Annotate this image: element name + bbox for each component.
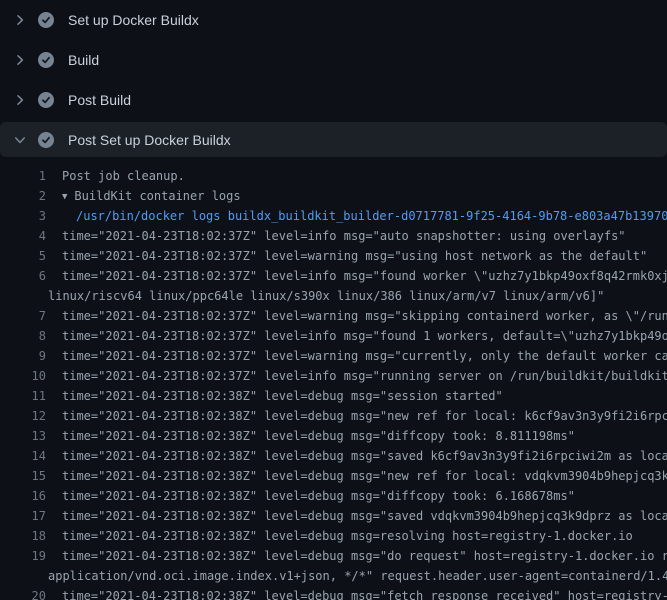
- log-line: 13 time="2021-04-23T18:02:38Z" level=deb…: [0, 426, 667, 446]
- log-line: 9 time="2021-04-23T18:02:37Z" level=warn…: [0, 346, 667, 366]
- check-circle-icon: [38, 12, 54, 28]
- log-line: 8 time="2021-04-23T18:02:37Z" level=info…: [0, 326, 667, 346]
- log-text: time="2021-04-23T18:02:38Z" level=debug …: [46, 386, 503, 406]
- log-line: 2 ▼BuildKit container logs: [0, 186, 667, 206]
- step-header-1[interactable]: Build: [0, 40, 667, 80]
- log-text: time="2021-04-23T18:02:38Z" level=debug …: [46, 546, 667, 566]
- log-text: time="2021-04-23T18:02:37Z" level=info m…: [46, 226, 626, 246]
- step-label: Post Build: [68, 92, 131, 108]
- step-header-3[interactable]: Post Set up Docker Buildx: [0, 122, 667, 157]
- check-circle-icon: [38, 52, 54, 68]
- log-area: 1 Post job cleanup. 2 ▼BuildKit containe…: [0, 157, 667, 600]
- line-number[interactable]: 18: [0, 526, 46, 546]
- log-line: 5 time="2021-04-23T18:02:37Z" level=warn…: [0, 246, 667, 266]
- log-text: time="2021-04-23T18:02:37Z" level=info m…: [46, 266, 667, 286]
- log-text: time="2021-04-23T18:02:37Z" level=warnin…: [46, 346, 667, 366]
- line-number[interactable]: 10: [0, 366, 46, 386]
- line-number[interactable]: 12: [0, 406, 46, 426]
- log-text: time="2021-04-23T18:02:38Z" level=debug …: [46, 506, 667, 526]
- log-line: 6 time="2021-04-23T18:02:37Z" level=info…: [0, 266, 667, 286]
- log-line: 14 time="2021-04-23T18:02:38Z" level=deb…: [0, 446, 667, 466]
- log-line: 17 time="2021-04-23T18:02:38Z" level=deb…: [0, 506, 667, 526]
- line-number[interactable]: 4: [0, 226, 46, 246]
- step-label: Post Set up Docker Buildx: [68, 132, 231, 148]
- line-number[interactable]: 20: [0, 586, 46, 600]
- log-line: 4 time="2021-04-23T18:02:37Z" level=info…: [0, 226, 667, 246]
- log-text: time="2021-04-23T18:02:37Z" level=info m…: [46, 366, 667, 386]
- line-number[interactable]: 15: [0, 466, 46, 486]
- log-text: time="2021-04-23T18:02:38Z" level=debug …: [46, 426, 575, 446]
- step-label: Build: [68, 52, 99, 68]
- log-text: time="2021-04-23T18:02:37Z" level=warnin…: [46, 306, 667, 326]
- log-line: 10 time="2021-04-23T18:02:37Z" level=inf…: [0, 366, 667, 386]
- log-text: linux/riscv64 linux/ppc64le linux/s390x …: [46, 286, 604, 306]
- line-number[interactable]: 16: [0, 486, 46, 506]
- log-text: /usr/bin/docker logs buildx_buildkit_bui…: [46, 206, 667, 226]
- log-line: 18 time="2021-04-23T18:02:38Z" level=deb…: [0, 526, 667, 546]
- log-text: application/vnd.oci.image.index.v1+json,…: [46, 566, 667, 586]
- log-line: 12 time="2021-04-23T18:02:38Z" level=deb…: [0, 406, 667, 426]
- line-number[interactable]: 13: [0, 426, 46, 446]
- line-number[interactable]: 9: [0, 346, 46, 366]
- step-header-2[interactable]: Post Build: [0, 80, 667, 120]
- line-number[interactable]: [0, 286, 46, 306]
- step-label: Set up Docker Buildx: [68, 12, 199, 28]
- log-text: time="2021-04-23T18:02:38Z" level=debug …: [46, 466, 667, 486]
- log-text: time="2021-04-23T18:02:38Z" level=debug …: [46, 586, 667, 600]
- log-line: linux/riscv64 linux/ppc64le linux/s390x …: [0, 286, 667, 306]
- chevron-right-icon[interactable]: [12, 52, 28, 68]
- line-number[interactable]: 3: [0, 206, 46, 226]
- line-number[interactable]: 2: [0, 186, 46, 206]
- log-line: application/vnd.oci.image.index.v1+json,…: [0, 566, 667, 586]
- step-header-0[interactable]: Set up Docker Buildx: [0, 0, 667, 40]
- chevron-right-icon[interactable]: [12, 92, 28, 108]
- check-circle-icon: [38, 132, 54, 148]
- log-line: 1 Post job cleanup.: [0, 166, 667, 186]
- log-text: ▼BuildKit container logs: [46, 186, 241, 206]
- chevron-down-icon[interactable]: [12, 132, 28, 148]
- log-line: 16 time="2021-04-23T18:02:38Z" level=deb…: [0, 486, 667, 506]
- log-text: time="2021-04-23T18:02:38Z" level=debug …: [46, 526, 633, 546]
- log-line: 20 time="2021-04-23T18:02:38Z" level=deb…: [0, 586, 667, 600]
- log-line: 19 time="2021-04-23T18:02:38Z" level=deb…: [0, 546, 667, 566]
- check-circle-icon: [38, 92, 54, 108]
- line-number[interactable]: [0, 566, 46, 586]
- log-line: 11 time="2021-04-23T18:02:38Z" level=deb…: [0, 386, 667, 406]
- workflow-log-panel: Set up Docker Buildx Build P: [0, 0, 667, 600]
- log-line: 15 time="2021-04-23T18:02:38Z" level=deb…: [0, 466, 667, 486]
- line-number[interactable]: 1: [0, 166, 46, 186]
- log-text: time="2021-04-23T18:02:38Z" level=debug …: [46, 486, 575, 506]
- line-number[interactable]: 8: [0, 326, 46, 346]
- line-number[interactable]: 5: [0, 246, 46, 266]
- line-number[interactable]: 6: [0, 266, 46, 286]
- line-number[interactable]: 14: [0, 446, 46, 466]
- line-number[interactable]: 7: [0, 306, 46, 326]
- steps-list: Set up Docker Buildx Build P: [0, 0, 667, 157]
- log-text: time="2021-04-23T18:02:38Z" level=debug …: [46, 406, 667, 426]
- line-number[interactable]: 19: [0, 546, 46, 566]
- log-text: time="2021-04-23T18:02:37Z" level=info m…: [46, 326, 667, 346]
- log-line: 3 /usr/bin/docker logs buildx_buildkit_b…: [0, 206, 667, 226]
- chevron-right-icon[interactable]: [12, 12, 28, 28]
- log-text: Post job cleanup.: [46, 166, 185, 186]
- line-number[interactable]: 17: [0, 506, 46, 526]
- line-number[interactable]: 11: [0, 386, 46, 406]
- log-line: 7 time="2021-04-23T18:02:37Z" level=warn…: [0, 306, 667, 326]
- log-text: time="2021-04-23T18:02:37Z" level=warnin…: [46, 246, 647, 266]
- log-text: time="2021-04-23T18:02:38Z" level=debug …: [46, 446, 667, 466]
- group-expand-icon[interactable]: ▼: [62, 187, 67, 206]
